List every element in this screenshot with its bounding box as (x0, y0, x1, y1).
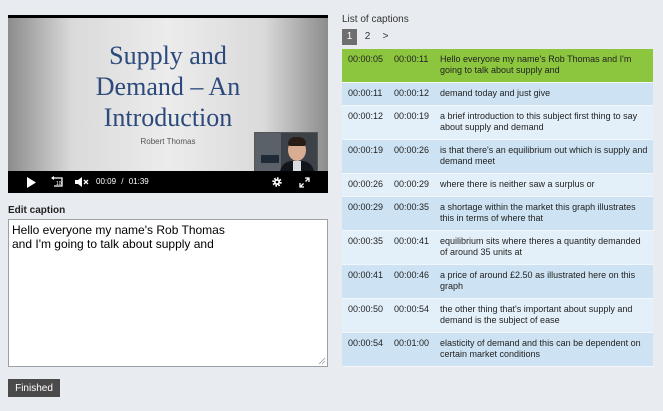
caption-row[interactable]: 00:00:54 00:01:00 elasticity of demand a… (342, 333, 653, 367)
play-icon (27, 176, 36, 188)
page-1-button[interactable]: 1 (342, 29, 357, 45)
caption-text: a price of around £2.50 as illustrated h… (440, 270, 636, 291)
caption-text: where there is neither saw a surplus or (440, 179, 595, 189)
caption-row[interactable]: 00:00:05 00:00:11 Hello everyone my name… (342, 49, 653, 83)
caption-end-time: 00:00:19 (394, 111, 430, 121)
rewind-10-icon: 10 (51, 176, 63, 187)
caption-start-time: 00:00:11 (348, 88, 383, 98)
video-player[interactable]: Supply and Demand – An Introduction Robe… (8, 15, 328, 193)
caption-start-time: 00:00:54 (348, 338, 384, 348)
caption-list: 00:00:05 00:00:11 Hello everyone my name… (342, 49, 653, 367)
caption-start-time: 00:00:41 (348, 270, 384, 280)
gear-icon (272, 177, 282, 187)
finished-button[interactable]: Finished (8, 379, 60, 397)
time-display: 00:09 / 01:39 (96, 175, 149, 189)
caption-text: is that there's an equilibrium out which… (440, 145, 648, 166)
caption-text: a shortage within the market this graph … (440, 202, 636, 223)
caption-start-time: 00:00:35 (348, 236, 384, 246)
caption-row[interactable]: 00:00:41 00:00:46 a price of around £2.5… (342, 265, 653, 299)
caption-start-time: 00:00:29 (348, 202, 384, 212)
caption-end-time: 00:00:46 (394, 270, 430, 280)
next-page-button[interactable]: > (378, 29, 393, 45)
settings-button[interactable] (270, 175, 284, 189)
caption-text: a brief introduction to this subject fir… (440, 111, 638, 132)
fullscreen-button[interactable] (297, 175, 311, 189)
caption-start-time: 00:00:12 (348, 111, 384, 121)
caption-end-time: 00:00:29 (394, 179, 430, 189)
fullscreen-icon (298, 176, 310, 188)
caption-end-time: 00:00:12 (394, 88, 430, 98)
caption-end-time: 00:00:26 (394, 145, 430, 155)
page-2-button[interactable]: 2 (360, 29, 375, 45)
caption-text: the other thing that's important about s… (440, 304, 633, 325)
current-time: 00:09 (96, 177, 117, 186)
caption-text: equilibrium sits where theres a quantity… (440, 236, 641, 257)
video-frame: Supply and Demand – An Introduction Robe… (8, 18, 328, 180)
video-controls: 10 00:09 / 01:39 (8, 171, 328, 193)
caption-row[interactable]: 00:00:26 00:00:29 where there is neither… (342, 174, 653, 197)
caption-row[interactable]: 00:00:29 00:00:35 a shortage within the … (342, 197, 653, 231)
rewind-10-button[interactable]: 10 (50, 175, 66, 189)
caption-end-time: 00:00:35 (394, 202, 430, 212)
edit-caption-label: Edit caption (8, 205, 66, 216)
caption-row[interactable]: 00:00:35 00:00:41 equilibrium sits where… (342, 231, 653, 265)
volume-muted-icon (75, 177, 89, 187)
caption-start-time: 00:00:19 (348, 145, 384, 155)
caption-start-time: 00:00:26 (348, 179, 384, 189)
caption-end-time: 00:00:11 (394, 54, 429, 64)
caption-end-time: 00:00:54 (394, 304, 430, 314)
svg-text:10: 10 (56, 181, 62, 187)
caption-start-time: 00:00:05 (348, 54, 384, 64)
caption-row[interactable]: 00:00:12 00:00:19 a brief introduction t… (342, 106, 653, 140)
caption-text: demand today and just give (440, 88, 551, 98)
caption-text: elasticity of demand and this can be dep… (440, 338, 641, 359)
caption-row[interactable]: 00:00:50 00:00:54 the other thing that's… (342, 299, 653, 333)
caption-row[interactable]: 00:00:19 00:00:26 is that there's an equ… (342, 140, 653, 174)
mute-button[interactable] (74, 175, 90, 189)
play-button[interactable] (24, 175, 38, 189)
pagination: 1 2 > (342, 29, 396, 45)
resize-grip-icon[interactable] (318, 357, 326, 365)
caption-textarea[interactable] (8, 219, 328, 367)
caption-end-time: 00:00:41 (394, 236, 430, 246)
time-separator: / (121, 177, 124, 186)
caption-list-title: List of captions (342, 14, 409, 25)
caption-end-time: 00:01:00 (394, 338, 430, 348)
slide-title: Supply and Demand – An Introduction (95, 41, 241, 132)
caption-start-time: 00:00:50 (348, 304, 384, 314)
duration: 01:39 (128, 177, 149, 186)
caption-text: Hello everyone my name's Rob Thomas and … (440, 54, 632, 75)
caption-row[interactable]: 00:00:11 00:00:12 demand today and just … (342, 83, 653, 106)
